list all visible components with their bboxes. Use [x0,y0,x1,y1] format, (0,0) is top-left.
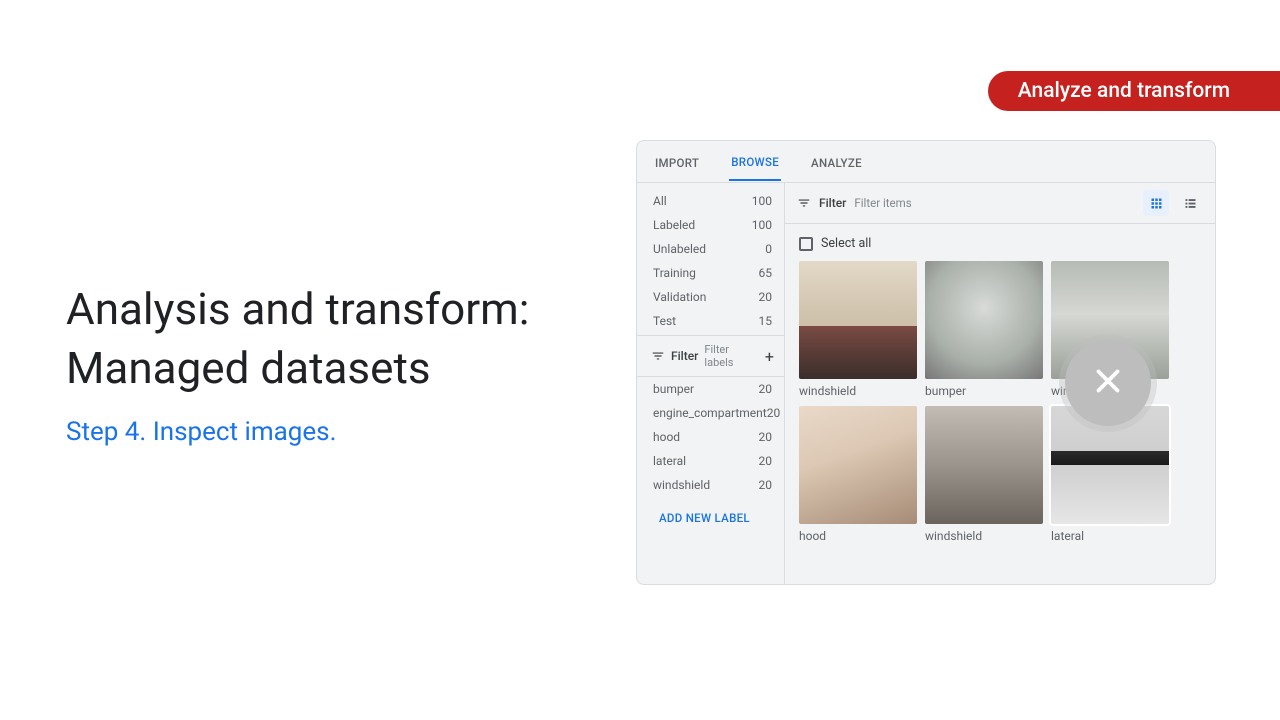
close-icon [1089,362,1127,404]
image-label: windshield [799,384,917,398]
filter-labels-input[interactable]: Filter labels [704,343,759,369]
sidebar-subset-validation[interactable]: Validation20 [637,285,784,309]
image-card[interactable]: bumper [925,261,1043,398]
image-thumbnail[interactable] [925,406,1043,524]
list-view-button[interactable] [1177,190,1203,216]
image-thumbnail[interactable] [799,406,917,524]
sidebar-subset-all[interactable]: All100 [637,189,784,213]
tabs: IMPORT BROWSE ANALYZE [637,141,1215,183]
filter-label: Filter [671,349,698,363]
filter-icon [651,349,665,363]
image-label: lateral [1051,529,1169,543]
grid-view-button[interactable] [1143,190,1169,216]
label-engine-compartment[interactable]: engine_compartment20 [637,401,784,425]
filter-items-input[interactable]: Filter items [854,196,1135,210]
image-card[interactable]: hood [799,406,917,543]
sidebar-subset-labeled[interactable]: Labeled100 [637,213,784,237]
select-all-row: Select all [785,224,1215,251]
image-label: hood [799,529,917,543]
label-lateral[interactable]: lateral20 [637,449,784,473]
select-all-checkbox[interactable] [799,237,813,251]
tab-browse[interactable]: BROWSE [729,143,781,181]
image-card[interactable]: windshield [925,406,1043,543]
section-tag: Analyze and transform [988,71,1280,111]
select-all-label: Select all [821,236,871,251]
add-label-icon[interactable]: + [765,347,774,366]
label-filter-bar: Filter Filter labels + [637,335,784,377]
label-bumper[interactable]: bumper20 [637,377,784,401]
image-card[interactable]: lateral [1051,406,1169,543]
label-windshield[interactable]: windshield20 [637,473,784,497]
image-label: bumper [925,384,1043,398]
page-title: Analysis and transform: Managed datasets [66,280,606,399]
image-thumbnail[interactable] [925,261,1043,379]
sidebar-subset-unlabeled[interactable]: Unlabeled0 [637,237,784,261]
tab-analyze[interactable]: ANALYZE [809,144,864,180]
sidebar-subset-training[interactable]: Training65 [637,261,784,285]
image-label: windshield [925,529,1043,543]
image-grid: windshield bumper windshield hood windsh… [785,251,1215,553]
label-hood[interactable]: hood20 [637,425,784,449]
filter-label: Filter [819,196,846,210]
filter-icon [797,196,811,210]
close-overlay-button[interactable] [1065,340,1151,426]
image-card[interactable]: windshield [799,261,917,398]
sidebar: All100 Labeled100 Unlabeled0 Training65 … [637,183,785,584]
tab-import[interactable]: IMPORT [653,144,701,180]
items-toolbar: Filter Filter items [785,183,1215,224]
step-label: Step 4. Inspect images. [66,417,606,447]
sidebar-subset-test[interactable]: Test15 [637,309,784,333]
title-block: Analysis and transform: Managed datasets… [66,280,606,447]
image-thumbnail[interactable] [799,261,917,379]
add-new-label-button[interactable]: ADD NEW LABEL [637,497,784,525]
